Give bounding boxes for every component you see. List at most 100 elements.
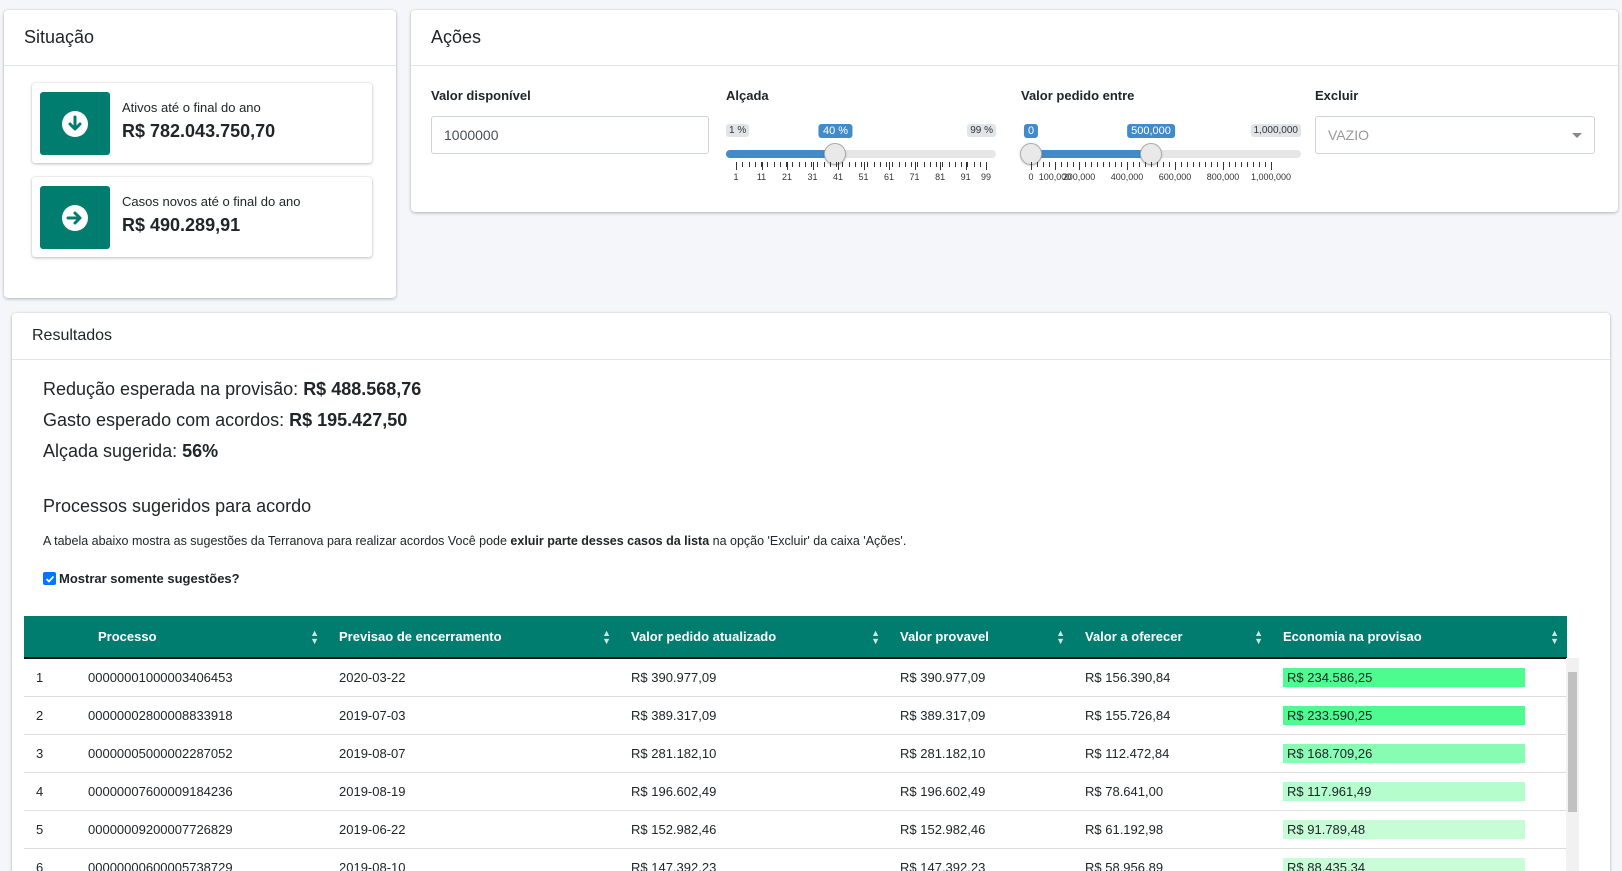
column-header[interactable]: Valor a oferecer ▲ ▼ xyxy=(1073,616,1271,659)
sort-icon[interactable]: ▲ ▼ xyxy=(871,629,880,646)
table-row[interactable]: 5 00000009200007726829 2019-06-22 R$ 152.98… xyxy=(24,810,1567,849)
checkbox-label: Mostrar somente sugestões? xyxy=(59,571,240,586)
mostrar-sugestoes-checkbox[interactable]: Mostrar somente sugestões? xyxy=(43,571,240,586)
column-header[interactable]: Previsao de encerramento ▲ ▼ xyxy=(327,616,619,659)
table-cell-pedido: R$ 147.392,23 xyxy=(619,848,888,871)
minor-tick xyxy=(1061,162,1062,167)
minor-tick xyxy=(829,162,831,167)
minor-tick xyxy=(1145,162,1146,167)
sort-icon[interactable]: ▲ ▼ xyxy=(310,629,319,646)
valor-pedido-fill xyxy=(1031,150,1151,158)
minor-tick xyxy=(1151,162,1152,167)
tick-label: 0 xyxy=(1028,172,1034,182)
minor-tick xyxy=(1199,162,1200,167)
valor-pedido-slider[interactable]: 0 1,000,000 0 500,000 0100,000200,000400… xyxy=(1020,114,1301,182)
minor-tick xyxy=(923,162,925,167)
minor-tick xyxy=(1211,162,1212,167)
tick-label: 1,000,000 xyxy=(1250,172,1292,182)
column-header[interactable]: Economia na provisao ▲ ▼ xyxy=(1271,616,1567,659)
info-box-value: R$ 782.043.750,70 xyxy=(122,121,276,141)
table-row[interactable]: 3 00000005000002287052 2019-08-07 R$ 281.18… xyxy=(24,734,1567,773)
processos-table-wrap: Processo ▲ ▼ Previsao de encerramento ▲ ▼ Valo… xyxy=(24,616,1591,871)
minor-tick xyxy=(1163,162,1164,167)
minor-tick xyxy=(1097,162,1098,167)
table-row[interactable]: 4 00000007600009184236 2019-08-19 R$ 196.60… xyxy=(24,772,1567,811)
minor-tick xyxy=(948,162,950,167)
table-cell-oferecer: R$ 61.192,98 xyxy=(1073,810,1271,849)
chevron-down-icon xyxy=(1572,132,1582,138)
minor-tick xyxy=(811,162,812,167)
info-box-label: Ativos até o final do ano xyxy=(122,100,261,115)
table-cell-economia: R$ 233.590,25 xyxy=(1271,696,1567,735)
minor-tick xyxy=(767,162,769,167)
reducao-label: Redução esperada na provisão: xyxy=(43,379,304,399)
alcada-slider[interactable]: 1 % 99 % 40 % 1 11 21 31 41 51 61 71 81 91 99 xyxy=(726,114,996,182)
table-cell-previsao: 2019-07-03 xyxy=(327,696,619,735)
minor-tick xyxy=(1103,162,1104,167)
table-row[interactable]: 2 00000002800008833918 2019-07-03 R$ 389.31… xyxy=(24,696,1567,735)
table-cell-previsao: 2019-06-22 xyxy=(327,810,619,849)
table-cell-previsao: 2020-03-22 xyxy=(327,658,619,697)
alcada-label: Alçada xyxy=(726,88,769,103)
minor-tick xyxy=(842,162,844,167)
excluir-select[interactable]: VAZIO xyxy=(1315,116,1595,154)
table-row[interactable]: 6 00000000600005738729 2019-08-10 R$ 147.39… xyxy=(24,848,1567,871)
column-header[interactable]: Valor provavel ▲ ▼ xyxy=(888,616,1073,659)
table-row[interactable]: 1 00000001000003406453 2020-03-22 R$ 390.97… xyxy=(24,658,1567,697)
reducao-line: Redução esperada na provisão: R$ 488.568… xyxy=(43,379,421,400)
sort-icon[interactable]: ▲ ▼ xyxy=(1056,629,1065,646)
valor-pedido-from-label: 0 xyxy=(1023,124,1039,138)
minor-tick xyxy=(848,162,850,167)
table-cell-economia: R$ 88.435,34 xyxy=(1271,848,1567,871)
minor-tick xyxy=(1079,162,1080,167)
tick-label: 800,000 xyxy=(1206,172,1240,182)
minor-tick xyxy=(742,162,744,167)
tick-label: 51 xyxy=(858,172,869,182)
table-cell-previsao: 2019-08-07 xyxy=(327,734,619,773)
tick-mark xyxy=(1271,162,1272,170)
minor-tick xyxy=(961,162,962,167)
minor-tick xyxy=(748,162,750,167)
tick-mark xyxy=(986,162,987,170)
table-scrollbar[interactable] xyxy=(1566,658,1579,871)
sort-icon[interactable]: ▲ ▼ xyxy=(1550,629,1559,646)
sort-icon[interactable]: ▲ ▼ xyxy=(602,629,611,646)
column-header[interactable]: Valor pedido atualizado ▲ ▼ xyxy=(619,616,888,659)
minor-tick xyxy=(1139,162,1140,167)
valor-disponivel-label: Valor disponível xyxy=(431,88,531,103)
desc-text-end: na opção 'Excluir' da caixa 'Ações'. xyxy=(709,534,907,548)
minor-tick xyxy=(804,162,806,167)
tick-label: 200,000 xyxy=(1062,172,1096,182)
acoes-card: Ações Valor disponível Alçada 1 % 99 % 4… xyxy=(411,10,1618,212)
checkbox-checked-icon[interactable] xyxy=(43,572,56,585)
minor-tick xyxy=(736,162,737,167)
valor-disponivel-input[interactable] xyxy=(431,116,709,154)
processos-description: A tabela abaixo mostra as sugestões da T… xyxy=(43,534,906,548)
sort-icon[interactable]: ▲ ▼ xyxy=(1254,629,1263,646)
tick-mark xyxy=(812,162,814,170)
table-cell-n: 5 xyxy=(24,810,76,849)
processos-subtitle: Processos sugeridos para acordo xyxy=(43,496,312,516)
table-cell-provavel: R$ 390.977,09 xyxy=(888,658,1073,697)
minor-tick xyxy=(1217,162,1218,167)
minor-tick xyxy=(1067,162,1068,167)
tick-label: 91 xyxy=(960,172,971,182)
processos-table: Processo ▲ ▼ Previsao de encerramento ▲ ▼ Valo… xyxy=(24,616,1567,871)
scrollbar-thumb[interactable] xyxy=(1568,672,1577,812)
table-cell-provavel: R$ 152.982,46 xyxy=(888,810,1073,849)
tick-label: 61 xyxy=(884,172,895,182)
minor-tick xyxy=(936,162,937,167)
column-header[interactable]: Processo ▲ ▼ xyxy=(76,616,327,659)
table-cell-oferecer: R$ 78.641,00 xyxy=(1073,772,1271,811)
tick-mark xyxy=(838,162,840,170)
valor-pedido-ticks: 0 100,000 200,000 400,000 600,000 800,000 1,00… xyxy=(1021,162,1301,182)
gasto-value: R$ 195.427,50 xyxy=(289,410,408,430)
table-cell-oferecer: R$ 58.956,89 xyxy=(1073,848,1271,871)
minor-tick xyxy=(904,162,906,167)
economia-bar: R$ 233.590,25 xyxy=(1283,705,1525,725)
table-cell-processo: 00000007600009184236 xyxy=(76,772,327,811)
table-cell-economia: R$ 91.789,48 xyxy=(1271,810,1567,849)
minor-tick xyxy=(917,162,919,167)
table-cell-economia: R$ 117.961,49 xyxy=(1271,772,1567,811)
minor-tick xyxy=(1127,162,1128,167)
